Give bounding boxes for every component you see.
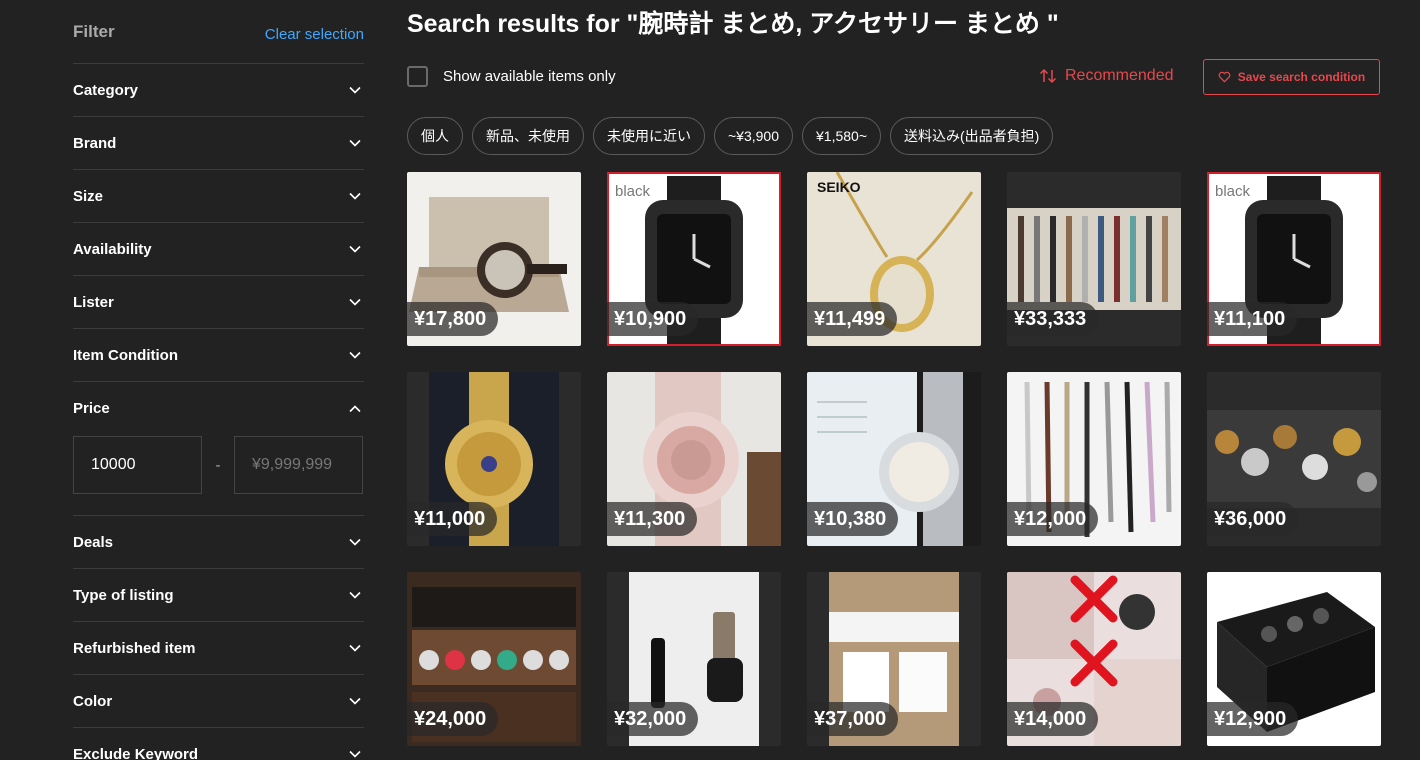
- price-range: -: [73, 435, 364, 515]
- item-grid: ¥17,800 black ¥10,900 SEIKO ¥11,499 ¥33,333 bl…: [407, 172, 1381, 746]
- facet-label: Brand: [73, 134, 117, 152]
- item-card[interactable]: ¥37,000: [807, 572, 981, 746]
- price-min-input[interactable]: [73, 436, 202, 494]
- item-card[interactable]: ¥24,000: [407, 572, 581, 746]
- chevron-down-icon: [346, 745, 364, 760]
- facet-exclude-keyword[interactable]: Exclude Keyword: [73, 728, 364, 760]
- facet-label: Item Condition: [73, 346, 178, 364]
- chevron-down-icon: [346, 134, 364, 152]
- filter-title: Filter: [73, 22, 115, 41]
- item-price: ¥14,000: [1007, 702, 1099, 736]
- item-price: ¥12,900: [1207, 702, 1299, 736]
- facet-brand[interactable]: Brand: [73, 117, 364, 170]
- item-card[interactable]: black ¥10,900: [607, 172, 781, 346]
- item-price: ¥36,000: [1207, 502, 1299, 536]
- available-only-toggle[interactable]: Show available items only: [407, 66, 616, 87]
- price-separator: -: [215, 456, 221, 474]
- chevron-down-icon: [346, 81, 364, 99]
- item-price: ¥12,000: [1007, 502, 1099, 536]
- item-price: ¥10,900: [607, 302, 699, 336]
- item-price: ¥17,800: [407, 302, 499, 336]
- svg-text:black: black: [1215, 183, 1251, 200]
- facet-label: Deals: [73, 533, 114, 551]
- facet-deals[interactable]: Deals: [73, 516, 364, 569]
- price-max-input[interactable]: [234, 436, 363, 494]
- facet-label: Price: [73, 400, 110, 417]
- item-price: ¥10,380: [807, 502, 899, 536]
- item-price: ¥32,000: [607, 702, 699, 736]
- sort-label: Recommended: [1065, 67, 1174, 84]
- facet-refurbished-item[interactable]: Refurbished item: [73, 622, 364, 675]
- filter-chip[interactable]: ¥1,580~: [802, 117, 881, 155]
- facet-label: Refurbished item: [73, 639, 196, 657]
- item-card[interactable]: ¥33,333: [1007, 172, 1181, 346]
- chevron-down-icon: [346, 187, 364, 205]
- filter-chip[interactable]: 未使用に近い: [593, 117, 705, 155]
- facet-category[interactable]: Category: [73, 64, 364, 117]
- facet-size[interactable]: Size: [73, 170, 364, 223]
- item-price: ¥24,000: [407, 702, 499, 736]
- svg-text:SEIKO: SEIKO: [817, 179, 861, 195]
- chevron-down-icon: [346, 692, 364, 710]
- filter-sidebar: Filter Clear selection Category Brand Size…: [73, 0, 364, 760]
- facet-label: Exclude Keyword: [73, 745, 199, 760]
- item-card[interactable]: ¥14,000: [1007, 572, 1181, 746]
- facet-item-condition[interactable]: Item Condition: [73, 329, 364, 382]
- facet-label: Category: [73, 81, 139, 99]
- item-card[interactable]: ¥11,300: [607, 372, 781, 546]
- facet-label: Availability: [73, 240, 152, 258]
- filter-chip[interactable]: ~¥3,900: [714, 117, 793, 155]
- available-only-checkbox[interactable]: [407, 66, 428, 87]
- facet-label: Color: [73, 692, 113, 710]
- item-card[interactable]: SEIKO ¥11,499: [807, 172, 981, 346]
- facet-label: Size: [73, 187, 104, 205]
- filter-header: Filter Clear selection: [73, 0, 364, 64]
- item-card[interactable]: ¥36,000: [1207, 372, 1381, 546]
- item-card[interactable]: ¥32,000: [607, 572, 781, 746]
- price-filter: Price -: [73, 382, 364, 516]
- facet-availability[interactable]: Availability: [73, 223, 364, 276]
- item-price: ¥11,000: [407, 502, 498, 536]
- save-search-button[interactable]: Save search condition: [1203, 59, 1380, 95]
- save-search-label: Save search condition: [1237, 70, 1366, 84]
- available-only-label: Show available items only: [443, 68, 616, 85]
- chevron-down-icon: [346, 639, 364, 657]
- item-card[interactable]: ¥17,800: [407, 172, 581, 346]
- item-card[interactable]: black ¥11,100: [1207, 172, 1381, 346]
- heart-icon: [1218, 71, 1231, 83]
- chevron-down-icon: [346, 293, 364, 311]
- item-price: ¥11,100: [1207, 302, 1298, 336]
- facet-label: Type of listing: [73, 586, 174, 604]
- chevron-up-icon: [346, 400, 364, 418]
- chevron-down-icon: [346, 240, 364, 258]
- item-price: ¥33,333: [1007, 302, 1099, 336]
- chevron-down-icon: [346, 346, 364, 364]
- page-title: Search results for "腕時計 まとめ, アクセサリー まとめ …: [407, 10, 1059, 38]
- item-card[interactable]: ¥12,000: [1007, 372, 1181, 546]
- chevron-down-icon: [346, 533, 364, 551]
- item-price: ¥37,000: [807, 702, 899, 736]
- chevron-down-icon: [346, 586, 364, 604]
- filter-chip[interactable]: 新品、未使用: [472, 117, 584, 155]
- facet-price[interactable]: Price: [73, 382, 364, 435]
- item-card[interactable]: ¥12,900: [1207, 572, 1381, 746]
- facet-label: Lister: [73, 293, 114, 311]
- facet-color[interactable]: Color: [73, 675, 364, 728]
- item-price: ¥11,300: [607, 502, 698, 536]
- facet-type-of-listing[interactable]: Type of listing: [73, 569, 364, 622]
- filter-chips: 個人 新品、未使用 未使用に近い ~¥3,900 ¥1,580~ 送料込み(出品者負担): [407, 117, 1062, 155]
- sort-dropdown[interactable]: Recommended: [1039, 67, 1174, 85]
- svg-text:black: black: [615, 183, 651, 200]
- sort-icon: [1039, 68, 1057, 84]
- clear-selection-link[interactable]: Clear selection: [265, 26, 364, 43]
- filter-chip[interactable]: 送料込み(出品者負担): [890, 117, 1054, 155]
- filter-chip[interactable]: 個人: [407, 117, 463, 155]
- item-card[interactable]: ¥10,380: [807, 372, 981, 546]
- item-card[interactable]: ¥11,000: [407, 372, 581, 546]
- facet-lister[interactable]: Lister: [73, 276, 364, 329]
- item-price: ¥11,499: [807, 302, 898, 336]
